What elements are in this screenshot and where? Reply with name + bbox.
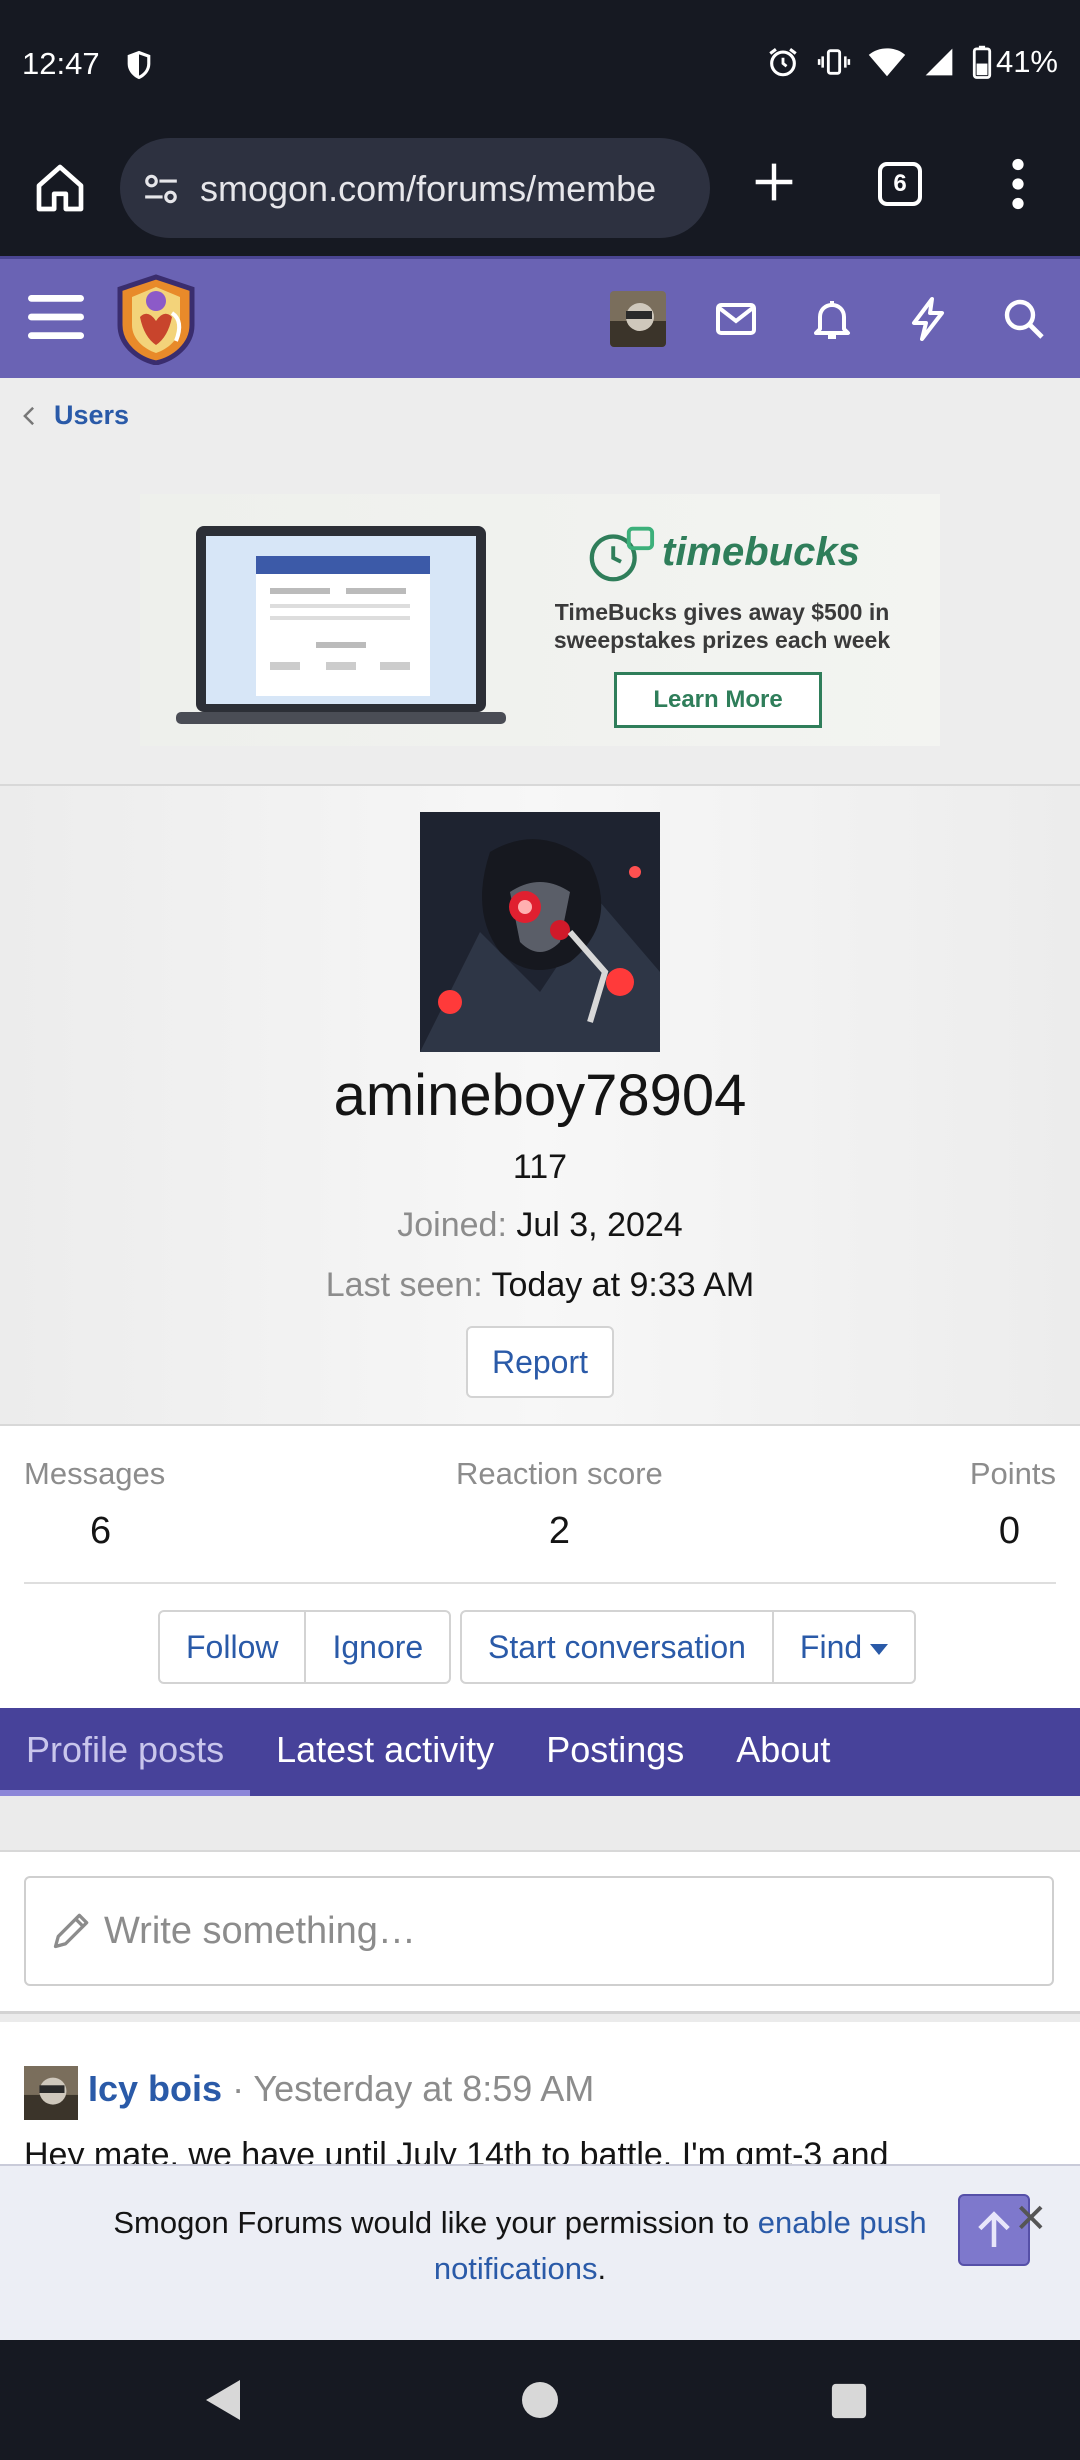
tab-latest-activity[interactable]: Latest activity bbox=[250, 1708, 520, 1796]
user-avatar[interactable] bbox=[610, 291, 666, 347]
push-period: . bbox=[597, 2251, 607, 2286]
profile-tabs: Profile posts Latest activity Postings A… bbox=[0, 1708, 1080, 1796]
start-conversation-button[interactable]: Start conversation bbox=[462, 1612, 774, 1682]
tab-postings[interactable]: Postings bbox=[520, 1708, 710, 1796]
stat-value: 6 bbox=[90, 1510, 112, 1552]
search-icon[interactable] bbox=[1000, 295, 1048, 343]
address-bar[interactable]: smogon.com/forums/membe bbox=[120, 138, 710, 238]
tab-about[interactable]: About bbox=[710, 1708, 856, 1796]
laptop-illustration bbox=[176, 526, 506, 724]
home-nav-icon[interactable] bbox=[520, 2380, 560, 2420]
tab-switcher-button[interactable]: 6 bbox=[878, 162, 922, 206]
browser-toolbar: smogon.com/forums/membe 6 bbox=[0, 130, 1080, 256]
smogon-logo[interactable] bbox=[112, 273, 200, 365]
home-icon[interactable] bbox=[32, 160, 88, 216]
profile-header: amineboy78904 117 Joined: Jul 3, 2024 La… bbox=[0, 784, 1080, 1424]
write-something-input[interactable]: Write something… bbox=[24, 1876, 1054, 1986]
pencil-icon bbox=[53, 1913, 89, 1949]
post-author-link[interactable]: Icy bois bbox=[88, 2068, 222, 2109]
stat-points[interactable]: Points 0 bbox=[970, 1456, 1056, 1553]
close-icon[interactable]: ✕ bbox=[1014, 2196, 1048, 2242]
inbox-icon[interactable] bbox=[712, 295, 760, 343]
last-seen-label: Last seen: bbox=[325, 1266, 483, 1304]
post-header: Icy bois · Yesterday at 8:59 AM bbox=[88, 2068, 594, 2110]
conversation-find-group: Start conversation Find bbox=[460, 1610, 917, 1684]
stat-messages[interactable]: Messages 6 bbox=[24, 1456, 165, 1553]
site-settings-icon[interactable] bbox=[142, 170, 180, 208]
back-icon[interactable] bbox=[204, 2378, 244, 2422]
alarm-icon bbox=[769, 48, 797, 77]
ad-learn-more-button[interactable]: Learn More bbox=[614, 672, 822, 728]
stat-label: Reaction score bbox=[456, 1456, 663, 1491]
battery-icon bbox=[972, 45, 992, 79]
follow-button[interactable]: Follow bbox=[160, 1612, 307, 1682]
stat-label: Points bbox=[969, 1456, 1056, 1491]
site-header bbox=[0, 256, 1080, 378]
caret-down-icon bbox=[870, 1644, 889, 1656]
timebucks-logo-icon bbox=[589, 526, 655, 582]
recents-icon[interactable] bbox=[830, 2382, 868, 2420]
last-seen-value: Today at 9:33 AM bbox=[491, 1266, 755, 1304]
joined-row: Joined: Jul 3, 2024 bbox=[0, 1206, 1080, 1245]
follow-ignore-group: Follow Ignore bbox=[158, 1610, 452, 1684]
url-text[interactable]: smogon.com/forums/membe bbox=[200, 168, 700, 210]
alerts-bell-icon[interactable] bbox=[808, 295, 856, 343]
ad-banner[interactable]: timebucks TimeBucks gives away $500 in s… bbox=[140, 494, 940, 746]
post-body: Hey mate, we have until July 14th to bat… bbox=[24, 2136, 889, 2164]
divider bbox=[24, 1582, 1056, 1584]
compose-placeholder: Write something… bbox=[104, 1910, 416, 1952]
find-label: Find bbox=[799, 1629, 863, 1665]
profile-post: Icy bois · Yesterday at 8:59 AM Hey mate… bbox=[0, 2014, 1080, 2164]
push-text: Smogon Forums would like your permission… bbox=[113, 2205, 750, 2240]
stat-value: 0 bbox=[998, 1510, 1020, 1552]
joined-value: Jul 3, 2024 bbox=[516, 1206, 683, 1244]
hamburger-menu-icon[interactable] bbox=[28, 293, 84, 341]
status-time: 12:47 bbox=[22, 46, 100, 81]
profile-username: amineboy78904 bbox=[333, 1063, 747, 1128]
system-nav-bar bbox=[0, 2340, 1080, 2460]
profile-user-title: 117 bbox=[512, 1148, 568, 1186]
profile-stats: Messages 6 Reaction score 2 Points 0 Fol… bbox=[0, 1424, 1080, 1708]
profile-avatar[interactable] bbox=[420, 812, 660, 1052]
chevron-left-icon bbox=[23, 406, 35, 425]
find-dropdown-button[interactable]: Find bbox=[774, 1612, 914, 1682]
compose-panel: Write something… bbox=[0, 1850, 1080, 2014]
more-menu-icon[interactable] bbox=[1006, 158, 1030, 210]
stat-reaction-score[interactable]: Reaction score 2 bbox=[456, 1456, 663, 1553]
push-message: Smogon Forums would like your permission… bbox=[80, 2200, 960, 2292]
signal-icon bbox=[925, 48, 953, 76]
last-seen-row: Last seen: Today at 9:33 AM bbox=[0, 1266, 1080, 1305]
post-timestamp[interactable]: Yesterday at 8:59 AM bbox=[253, 2068, 594, 2109]
stat-label: Messages bbox=[24, 1456, 166, 1491]
whats-new-bolt-icon[interactable] bbox=[904, 295, 952, 343]
status-icons: 41% bbox=[766, 44, 1058, 80]
status-bar: 12:47 41% bbox=[0, 0, 1080, 130]
joined-label: Joined: bbox=[397, 1206, 507, 1244]
wifi-icon bbox=[868, 48, 906, 77]
battery-percent: 41% bbox=[995, 44, 1058, 79]
tab-spacer bbox=[0, 1796, 1080, 1850]
new-tab-icon[interactable] bbox=[752, 160, 796, 204]
report-button[interactable]: Report bbox=[466, 1326, 614, 1398]
stat-value: 2 bbox=[548, 1510, 570, 1552]
post-separator: · bbox=[222, 2068, 254, 2109]
breadcrumb[interactable]: Users bbox=[22, 400, 129, 431]
breadcrumb-users-link[interactable]: Users bbox=[54, 400, 129, 431]
post-author-avatar[interactable] bbox=[24, 2066, 78, 2120]
tab-profile-posts[interactable]: Profile posts bbox=[0, 1708, 251, 1796]
ignore-button[interactable]: Ignore bbox=[306, 1612, 449, 1682]
ad-copy: TimeBucks gives away $500 in sweepstakes… bbox=[553, 599, 891, 653]
ad-brand: timebucks bbox=[662, 530, 860, 574]
push-notification-banner: Smogon Forums would like your permission… bbox=[0, 2164, 1080, 2340]
shield-icon bbox=[127, 50, 151, 80]
vibrate-icon bbox=[817, 49, 851, 75]
